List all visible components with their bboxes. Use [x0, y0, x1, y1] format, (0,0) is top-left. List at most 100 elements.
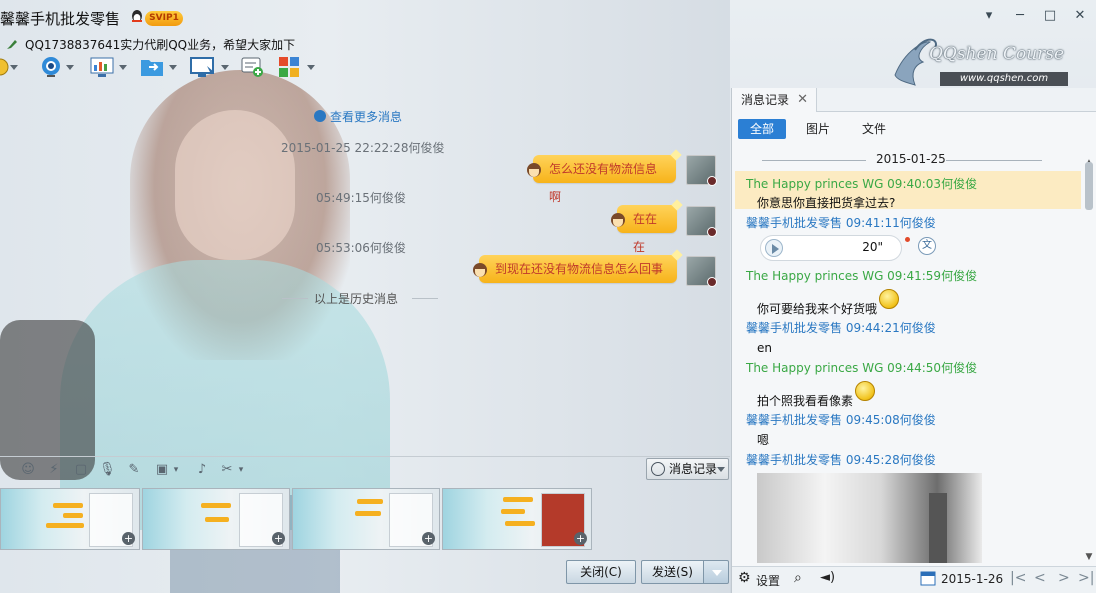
speech-to-text-button[interactable]: 文 [918, 237, 936, 255]
close-chat-button[interactable]: 关闭(C) [566, 560, 636, 584]
history-photo[interactable] [757, 473, 982, 563]
history-sender: The Happy princes WG 09:41:59何俊俊 [746, 269, 978, 283]
filter-files[interactable]: 文件 [850, 119, 898, 139]
history-message: 嗯 [757, 433, 770, 447]
shake-icon[interactable]: ⚡ [46, 462, 62, 478]
zoom-icon[interactable]: + [574, 532, 587, 545]
image-icon[interactable]: ▣ [154, 462, 170, 478]
send-button[interactable]: 发送(S) [641, 560, 704, 584]
history-pane: 消息记录 ✕ 全部 图片 文件 2015-01-25 The Happy pri… [731, 88, 1096, 593]
voice-message[interactable]: 20" [760, 235, 902, 261]
history-filters: 全部 图片 文件 [732, 116, 1096, 142]
chat-bubble: 怎么还没有物流信息啊 [527, 149, 682, 204]
unread-dot-icon [905, 237, 910, 242]
message-timestamp: 2015-01-25 22:22:28何俊俊 [281, 141, 445, 155]
history-message: en [757, 341, 772, 355]
filter-images[interactable]: 图片 [794, 119, 842, 139]
maximize-button[interactable]: □ [1041, 8, 1059, 24]
status-dot-icon [707, 227, 717, 237]
history-message: 你可要给我来个好货哦 [757, 302, 878, 316]
apps-icon[interactable] [278, 56, 316, 80]
video-icon[interactable] [40, 56, 74, 80]
status-dot-icon [707, 176, 717, 186]
history-message: 拍个照我看看像素 [757, 394, 854, 408]
prev-page-icon[interactable]: < [1034, 570, 1046, 586]
scrollbar-thumb[interactable] [1085, 162, 1093, 210]
edit-icon[interactable]: ✎ [126, 462, 142, 478]
thumbnail[interactable]: + [142, 488, 290, 550]
logo-text: QQshen Course [929, 44, 1065, 64]
next-page-icon[interactable]: > [1058, 570, 1070, 586]
close-icon[interactable]: ✕ [797, 88, 808, 112]
clock-icon [651, 462, 665, 476]
history-sender: 馨馨手机批发零售 09:41:11何俊俊 [746, 216, 936, 230]
message-history-button[interactable]: 消息记录 [646, 458, 729, 480]
grin-emoji-icon [879, 289, 899, 309]
emoji-icon[interactable]: ☺ [20, 462, 36, 478]
zoom-icon[interactable]: + [422, 532, 435, 545]
shy-emoji-icon [855, 381, 875, 401]
create-discussion-icon[interactable] [240, 56, 266, 80]
screenshot-thumbnails: + + + + [0, 488, 600, 552]
filter-all[interactable]: 全部 [738, 119, 786, 139]
window-title: 馨馨手机批发零售 [0, 10, 121, 28]
avatar[interactable] [686, 155, 717, 186]
thumbnail[interactable]: + [0, 488, 140, 550]
search-icon[interactable]: ⌕ [794, 570, 802, 586]
history-sender: 馨馨手机批发零售 09:45:28何俊俊 [746, 453, 936, 467]
speaker-icon[interactable]: ◄) [820, 570, 835, 585]
logo-url: www.qqshen.com [940, 72, 1068, 86]
title-bar: 馨馨手机批发零售 SVIP1 ▾ ─ □ ✕ [0, 0, 1096, 32]
toolbar [0, 56, 320, 82]
more-messages-link[interactable]: 查看更多消息 [314, 108, 402, 125]
scissors-dropdown-icon[interactable]: ▾ [236, 462, 246, 478]
clock-icon [314, 110, 326, 122]
avatar[interactable] [686, 256, 717, 287]
history-tabbar: 消息记录 ✕ [732, 88, 1096, 112]
calendar-icon[interactable] [920, 570, 936, 589]
scroll-down-icon[interactable]: ▼ [1084, 552, 1094, 562]
screen-share-icon[interactable] [90, 56, 128, 80]
emoticon-icon [473, 263, 487, 277]
send-options-dropdown[interactable] [703, 560, 729, 584]
zoom-icon[interactable]: + [122, 532, 135, 545]
history-divider: 以上是历史消息 [282, 290, 462, 306]
remote-desktop-icon[interactable] [190, 56, 230, 80]
mic-icon[interactable]: 🎙 [99, 462, 116, 478]
font-icon[interactable]: ▢ [73, 462, 89, 478]
message-timestamp: 05:53:06何俊俊 [316, 241, 406, 255]
scissors-icon[interactable]: ✂ [219, 462, 235, 478]
menu-button[interactable]: ▾ [980, 8, 998, 24]
file-transfer-icon[interactable] [140, 56, 178, 80]
minimize-button[interactable]: ─ [1011, 8, 1029, 24]
play-icon[interactable] [765, 239, 783, 257]
gear-icon[interactable]: ⚙ [738, 570, 751, 586]
image-dropdown-icon[interactable]: ▾ [171, 462, 181, 478]
first-page-icon[interactable]: |< [1010, 570, 1026, 586]
date-divider: 2015-01-25 [762, 152, 1042, 168]
avatar[interactable] [686, 206, 717, 237]
history-date[interactable]: 2015-1-26 [941, 572, 1003, 586]
music-icon[interactable]: ♪ [194, 462, 210, 478]
message-timestamp: 05:49:15何俊俊 [316, 191, 406, 205]
tab-message-history[interactable]: 消息记录 ✕ [732, 88, 817, 112]
signature-text: QQ1738837641实力代刷QQ业务，希望大家加下 [25, 38, 296, 52]
thumbnail[interactable]: + [442, 488, 592, 550]
close-button[interactable]: ✕ [1071, 8, 1089, 24]
zoom-icon[interactable]: + [272, 532, 285, 545]
settings-link[interactable]: 设置 [756, 572, 780, 589]
input-toolbar: ☺ ⚡ ▢ 🎙 ✎ ▣ ▾ ♪ ✂ ▾ [0, 456, 730, 482]
history-sender: 馨馨手机批发零售 09:44:21何俊俊 [746, 321, 936, 335]
last-page-icon[interactable]: >| [1078, 570, 1094, 586]
chevron-down-icon [717, 467, 725, 472]
qq-penguin-icon [132, 10, 142, 22]
thumbnail[interactable]: + [292, 488, 440, 550]
history-sender: The Happy princes WG 09:44:50何俊俊 [746, 361, 978, 375]
svip-badge: SVIP1 [145, 11, 183, 26]
emoticon-icon [611, 213, 625, 227]
signature-icon [7, 40, 17, 49]
status-dot-icon [707, 277, 717, 287]
history-footer: ⚙ 设置 ⌕ ◄) 2015-1-26 |< < > >| [732, 566, 1096, 593]
phone-icon[interactable] [0, 56, 18, 80]
history-sender: 馨馨手机批发零售 09:45:08何俊俊 [746, 413, 936, 427]
